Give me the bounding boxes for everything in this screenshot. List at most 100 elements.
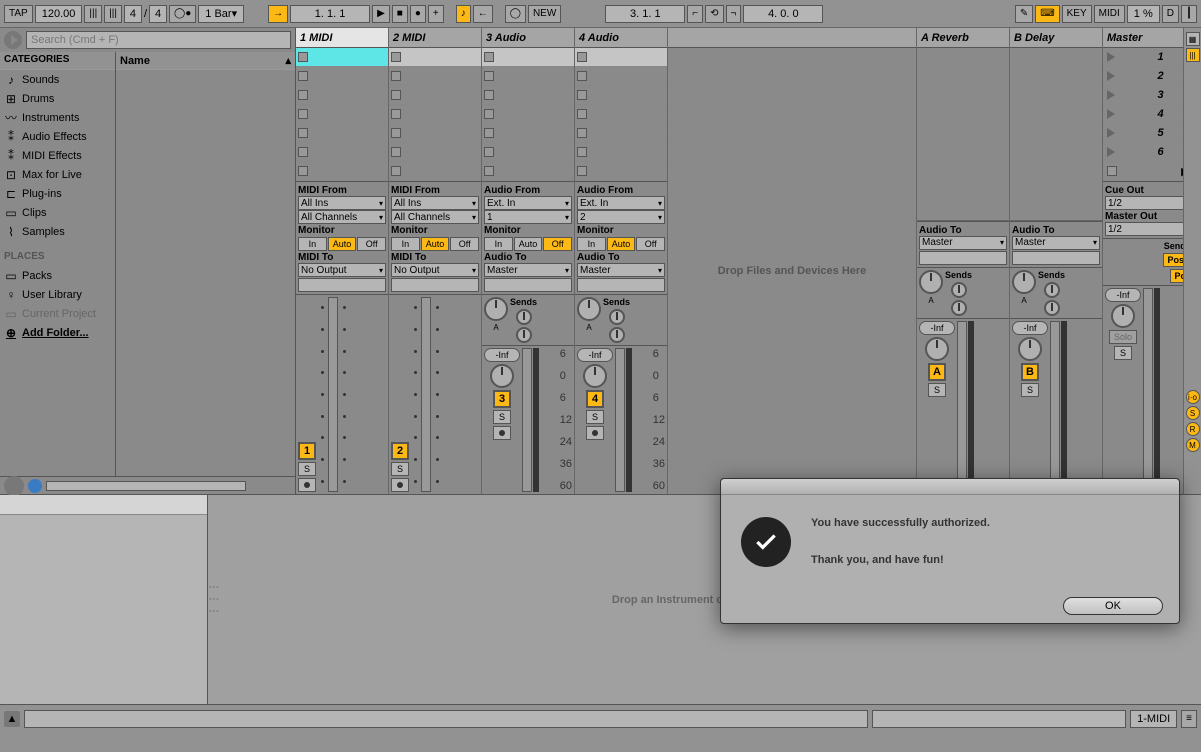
arm-button[interactable] <box>391 478 409 492</box>
clip-slot[interactable] <box>482 143 574 162</box>
monitor-off[interactable]: Off <box>450 237 479 251</box>
clip-stop-button[interactable] <box>484 52 494 62</box>
send-knob[interactable] <box>1044 300 1060 316</box>
clip-stop-button[interactable] <box>391 128 401 138</box>
clip-stop-button[interactable] <box>577 52 587 62</box>
clip-slot[interactable] <box>575 86 667 105</box>
re-enable-automation-button[interactable]: ← <box>473 5 493 23</box>
drop-zone[interactable]: Drop Files and Devices Here <box>668 48 916 494</box>
stop-all-slot[interactable] <box>575 162 667 181</box>
key-map-button[interactable]: KEY <box>1062 5 1092 23</box>
fader[interactable] <box>421 297 431 492</box>
overdub-button[interactable]: + <box>428 5 444 23</box>
send-a-knob[interactable] <box>516 309 532 325</box>
clip-slot[interactable] <box>296 67 388 86</box>
sig-den[interactable]: 4 <box>149 5 167 23</box>
clip-slot[interactable] <box>482 48 574 67</box>
arm-button[interactable] <box>586 426 604 440</box>
solo-button[interactable]: S <box>1021 383 1039 397</box>
monitor-in[interactable]: In <box>391 237 420 251</box>
channel-select[interactable]: 2 <box>577 210 665 224</box>
clip-slot[interactable] <box>296 143 388 162</box>
cat-samples[interactable]: ⌇Samples <box>0 222 115 241</box>
send-knob[interactable] <box>951 282 967 298</box>
clip-stop-button[interactable] <box>577 71 587 81</box>
place-current-project[interactable]: ▭Current Project <box>0 304 115 323</box>
clip-stop-button[interactable] <box>298 147 308 157</box>
monitor-in[interactable]: In <box>298 237 327 251</box>
to-select[interactable]: No Output <box>298 263 386 277</box>
volume-display[interactable]: -Inf <box>919 321 955 335</box>
track-activator[interactable]: B <box>1021 363 1039 381</box>
volume-display[interactable]: -Inf <box>577 348 613 362</box>
search-input[interactable]: Search (Cmd + F) <box>26 31 291 49</box>
track-activator[interactable]: 2 <box>391 442 409 460</box>
clip-slot[interactable] <box>575 105 667 124</box>
clip-stop-button[interactable] <box>484 109 494 119</box>
fader[interactable] <box>957 321 967 493</box>
clip-slot[interactable] <box>389 48 481 67</box>
track-activator[interactable]: 3 <box>493 390 511 408</box>
preview-volume[interactable] <box>46 481 246 491</box>
status-menu-button[interactable]: ≡ <box>1181 710 1197 728</box>
monitor-in[interactable]: In <box>577 237 606 251</box>
volume-display[interactable]: -Inf <box>1105 288 1141 302</box>
show-hide-io-button[interactable]: ▦ <box>1186 32 1200 46</box>
stop-all-slot[interactable] <box>296 162 388 181</box>
automation-arm-button[interactable]: ♪ <box>456 5 471 23</box>
clip-slot[interactable] <box>296 86 388 105</box>
play-button[interactable]: ▶ <box>372 5 390 23</box>
track-header[interactable]: 2 MIDI <box>389 28 481 48</box>
clip-stop-button[interactable] <box>484 128 494 138</box>
cat-audio-effects[interactable]: ⁑Audio Effects <box>0 127 115 146</box>
pan-knob[interactable] <box>577 297 601 321</box>
clip-slot[interactable] <box>296 124 388 143</box>
clip-slot[interactable] <box>296 105 388 124</box>
tap-button[interactable]: TAP <box>4 5 33 23</box>
solo-button[interactable]: S <box>298 462 316 476</box>
position-field[interactable]: 1. 1. 1 <box>290 5 370 23</box>
pan-knob[interactable] <box>1018 337 1042 361</box>
clip-stop-button[interactable] <box>577 128 587 138</box>
channel-select[interactable]: All Channels <box>391 210 479 224</box>
clip-slot[interactable] <box>482 67 574 86</box>
cat-plugins[interactable]: ⊏Plug-ins <box>0 184 115 203</box>
clip-stop-button[interactable] <box>298 52 308 62</box>
track-activator[interactable]: 1 <box>298 442 316 460</box>
punch-out-button[interactable]: ¬ <box>726 5 742 23</box>
arm-button[interactable] <box>298 478 316 492</box>
clip-stop-button[interactable] <box>298 109 308 119</box>
punch-in-button[interactable]: ⌐ <box>687 5 703 23</box>
solo-button[interactable]: S <box>493 410 511 424</box>
clip-slot[interactable] <box>575 143 667 162</box>
monitor-in[interactable]: In <box>484 237 513 251</box>
monitor-auto[interactable]: Auto <box>607 237 636 251</box>
channel-select[interactable]: 1 <box>484 210 572 224</box>
stop-all-slot[interactable] <box>389 162 481 181</box>
clip-slot[interactable] <box>575 48 667 67</box>
from-select[interactable]: All Ins <box>391 196 479 210</box>
volume-display[interactable]: -Inf <box>1012 321 1048 335</box>
record-button[interactable]: ● <box>410 5 426 23</box>
solo-button[interactable]: S <box>928 383 946 397</box>
tempo-field[interactable]: 120.00 <box>35 5 83 23</box>
monitor-off[interactable]: Off <box>357 237 386 251</box>
clip-stop-button[interactable] <box>577 90 587 100</box>
clip-slot[interactable] <box>575 67 667 86</box>
dialog-titlebar[interactable] <box>721 479 1179 495</box>
follow-button[interactable]: → <box>268 5 288 23</box>
clip-stop-button[interactable] <box>391 52 401 62</box>
pan-knob[interactable] <box>1012 270 1036 294</box>
sig-num[interactable]: 4 <box>124 5 142 23</box>
nudge-up-button[interactable]: ||| <box>104 5 122 23</box>
clip-slot[interactable] <box>482 124 574 143</box>
clip-stop-button[interactable] <box>391 147 401 157</box>
pan-knob[interactable] <box>1111 304 1135 328</box>
clip-slot[interactable] <box>389 143 481 162</box>
sub-select[interactable] <box>484 278 572 292</box>
clip-stop-button[interactable] <box>298 71 308 81</box>
clip-stop-button[interactable] <box>391 71 401 81</box>
clip-stop-button[interactable] <box>391 90 401 100</box>
send-a-knob[interactable] <box>609 309 625 325</box>
send-b-knob[interactable] <box>609 327 625 343</box>
